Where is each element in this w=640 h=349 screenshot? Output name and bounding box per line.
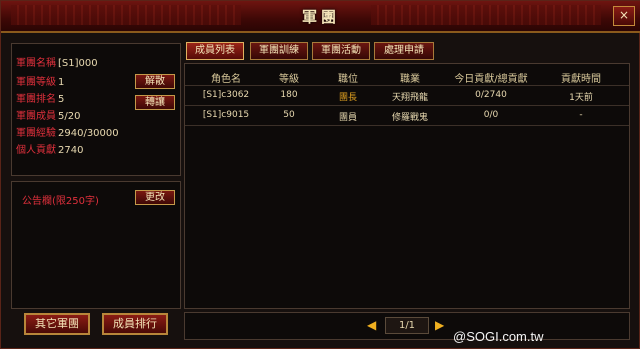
header-divider	[185, 85, 629, 86]
edit-notice-button[interactable]: 更改	[135, 190, 175, 205]
member-class: 修羅戰鬼	[391, 113, 428, 123]
info-row-rank: 軍團排名 5	[16, 94, 65, 105]
tab-process-applications[interactable]: 處理申請	[374, 42, 434, 60]
member-name: [S1]c3062	[202, 90, 250, 100]
notice-panel: 公告欄(限250字) 更改	[11, 181, 181, 309]
title-bar: 軍團 ×	[1, 1, 640, 33]
other-legions-button[interactable]: 其它軍團	[24, 313, 90, 335]
header-name: 角色名	[211, 74, 241, 85]
header-level: 等級	[279, 74, 299, 85]
member-position: 團員	[338, 113, 357, 123]
header-contribution: 今日貢獻/總貢獻	[454, 74, 528, 85]
transfer-button[interactable]: 轉讓	[135, 95, 175, 110]
legion-info-panel: 軍團名稱 [S1]000 軍團等級 1 軍團排名 5 軍團成員 5/20 軍團經驗 294…	[11, 43, 181, 176]
tab-legion-activities[interactable]: 軍團活動	[312, 42, 370, 60]
notice-label: 公告欄(限250字)	[22, 196, 99, 207]
close-button[interactable]: ×	[613, 6, 635, 26]
member-contribution: 0/0	[483, 110, 499, 120]
info-row-members: 軍團成員 5/20	[16, 111, 81, 122]
member-position: 團長	[338, 93, 357, 103]
header-contribution-time: 貢獻時間	[561, 74, 601, 85]
member-class: 天翔飛龍	[391, 93, 428, 103]
tab-legion-training[interactable]: 軍團訓練	[250, 42, 308, 60]
watermark: @SOGI.com.tw	[453, 329, 544, 344]
page-indicator: 1/1	[385, 317, 429, 334]
next-page-icon[interactable]: ▶	[435, 319, 444, 331]
info-row-experience: 軍團經驗 2940/30000	[16, 128, 119, 139]
member-contribution-time: -	[579, 110, 583, 120]
member-level: 180	[280, 90, 298, 100]
disband-button[interactable]: 解散	[135, 74, 175, 89]
tab-member-list[interactable]: 成員列表	[186, 42, 244, 60]
info-row-name: 軍團名稱 [S1]000	[16, 58, 98, 69]
header-position: 職位	[338, 74, 358, 85]
member-contribution: 0/2740	[475, 90, 507, 100]
member-contribution-time: 1天前	[569, 93, 593, 103]
row-divider	[185, 125, 629, 126]
row-divider	[185, 105, 629, 106]
member-level: 50	[283, 110, 295, 120]
info-row-level: 軍團等級 1	[16, 77, 65, 88]
header-class: 職業	[400, 74, 420, 85]
member-name: [S1]c9015	[202, 110, 250, 120]
prev-page-icon[interactable]: ◀	[367, 319, 376, 331]
info-row-contribution: 個人貢獻 2740	[16, 145, 84, 156]
legion-window: 軍團 × 軍團名稱 [S1]000 軍團等級 1 軍團排名 5 軍團成員 5/20 軍團…	[0, 0, 640, 349]
window-title: 軍團	[301, 8, 340, 26]
member-ranking-button[interactable]: 成員排行	[102, 313, 168, 335]
